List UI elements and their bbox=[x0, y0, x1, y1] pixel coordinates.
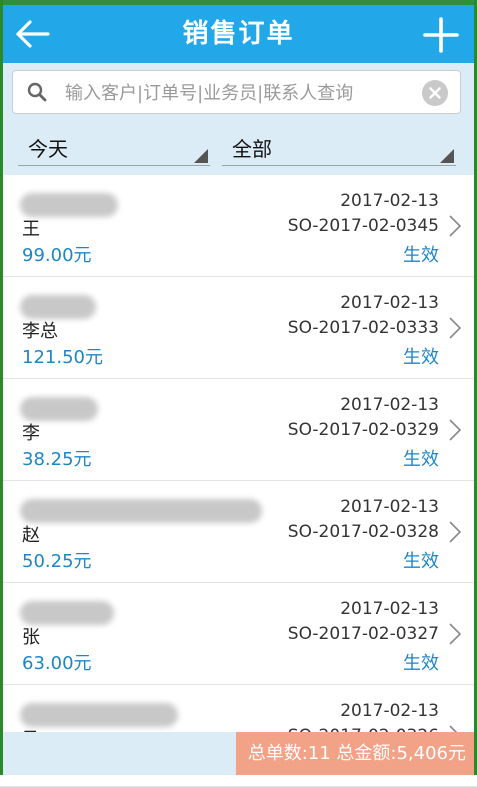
chevron-right-icon bbox=[449, 623, 461, 645]
status-strip bbox=[0, 0, 477, 5]
redacted-name bbox=[20, 397, 98, 421]
add-order-button[interactable] bbox=[423, 17, 459, 53]
chevron-right-icon bbox=[449, 521, 461, 543]
order-status: 生效 bbox=[403, 347, 439, 368]
search-icon bbox=[27, 82, 47, 102]
dropdown-triangle-icon bbox=[194, 149, 208, 163]
customer-name: 王 bbox=[22, 219, 40, 240]
order-code: SO-2017-02-0328 bbox=[287, 522, 439, 542]
order-amount: 38.25元 bbox=[22, 449, 92, 470]
search-input[interactable] bbox=[63, 77, 416, 109]
order-row[interactable]: 赵 50.25元 2017-02-13 SO-2017-02-0328 生效 bbox=[0, 481, 477, 583]
chevron-right-icon bbox=[449, 215, 461, 237]
redacted-name bbox=[20, 193, 118, 217]
order-status: 生效 bbox=[403, 653, 439, 674]
order-row[interactable]: 张 63.00元 2017-02-13 SO-2017-02-0327 生效 bbox=[0, 583, 477, 685]
order-list: 王 99.00元 2017-02-13 SO-2017-02-0345 生效 李… bbox=[0, 175, 477, 787]
dropdown-triangle-icon bbox=[440, 149, 454, 163]
order-status: 生效 bbox=[403, 245, 439, 266]
left-frame-edge bbox=[0, 0, 3, 775]
app-header: 销售订单 bbox=[0, 5, 477, 63]
clear-search-button[interactable] bbox=[422, 80, 448, 106]
order-amount: 63.00元 bbox=[22, 653, 92, 674]
order-date: 2017-02-13 bbox=[340, 293, 439, 313]
order-row[interactable]: 王 99.00元 2017-02-13 SO-2017-02-0345 生效 bbox=[0, 175, 477, 277]
order-date: 2017-02-13 bbox=[340, 191, 439, 211]
date-filter-select[interactable]: 今天 bbox=[18, 129, 210, 166]
order-code: SO-2017-02-0345 bbox=[287, 216, 439, 236]
search-area bbox=[0, 63, 477, 121]
order-status: 生效 bbox=[403, 449, 439, 470]
order-date: 2017-02-13 bbox=[340, 599, 439, 619]
plus-icon bbox=[423, 17, 459, 53]
order-date: 2017-02-13 bbox=[340, 701, 439, 721]
filter-bar: 今天 全部 bbox=[0, 121, 477, 175]
redacted-name bbox=[20, 703, 178, 727]
order-status: 生效 bbox=[403, 551, 439, 572]
customer-name: 赵 bbox=[22, 525, 40, 546]
bottom-summary-bar: 总单数:11 总金额:5,406元 bbox=[0, 732, 477, 775]
order-date: 2017-02-13 bbox=[340, 497, 439, 517]
date-filter-label: 今天 bbox=[28, 137, 68, 161]
customer-name: 张 bbox=[22, 627, 40, 648]
redacted-name bbox=[20, 295, 96, 319]
redacted-name bbox=[20, 499, 262, 523]
order-amount: 121.50元 bbox=[22, 347, 103, 368]
chevron-right-icon bbox=[449, 317, 461, 339]
status-filter-select[interactable]: 全部 bbox=[222, 129, 456, 166]
order-code: SO-2017-02-0333 bbox=[287, 318, 439, 338]
order-date: 2017-02-13 bbox=[340, 395, 439, 415]
chevron-right-icon bbox=[449, 419, 461, 441]
order-code: SO-2017-02-0327 bbox=[287, 624, 439, 644]
clear-icon bbox=[429, 87, 441, 99]
page-title: 销售订单 bbox=[182, 19, 295, 49]
status-filter-label: 全部 bbox=[232, 137, 272, 161]
order-row[interactable]: 李 38.25元 2017-02-13 SO-2017-02-0329 生效 bbox=[0, 379, 477, 481]
order-row[interactable]: 李总 121.50元 2017-02-13 SO-2017-02-0333 生效 bbox=[0, 277, 477, 379]
search-box bbox=[12, 70, 461, 114]
customer-name: 李总 bbox=[22, 321, 58, 342]
customer-name: 李 bbox=[22, 423, 40, 444]
order-code: SO-2017-02-0329 bbox=[287, 420, 439, 440]
order-amount: 50.25元 bbox=[22, 551, 92, 572]
order-summary: 总单数:11 总金额:5,406元 bbox=[235, 732, 474, 775]
order-amount: 99.00元 bbox=[22, 245, 92, 266]
redacted-name bbox=[20, 601, 114, 625]
